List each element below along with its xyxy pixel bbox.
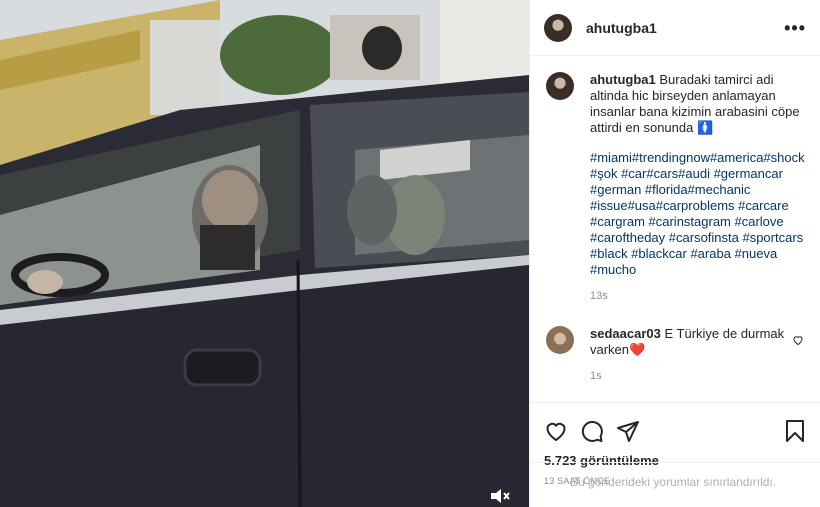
caption-username[interactable]: ahutugba1 <box>590 72 656 87</box>
caption-hashtags[interactable]: #miami#trendingnow#america#shock #şok #c… <box>590 150 805 278</box>
video-frame <box>0 0 529 507</box>
comment-item: sedaacar03 E Türkiye de durmak varken❤️ … <box>546 326 804 384</box>
header-username[interactable]: ahutugba1 <box>586 20 784 36</box>
comments-list: ahutugba1 Buradaki tamirci adi altinda h… <box>530 56 820 402</box>
share-icon[interactable] <box>616 419 640 443</box>
bookmark-icon[interactable] <box>783 419 807 443</box>
post-header: ahutugba1 ••• <box>530 0 820 56</box>
like-icon[interactable] <box>544 419 568 443</box>
mute-icon[interactable] <box>489 487 511 505</box>
comment-username[interactable]: sedaacar03 <box>590 326 661 341</box>
comments-limited-notice: Bu gönderideki yorumlar sınırlandırıldı. <box>530 462 820 492</box>
caption: ahutugba1 Buradaki tamirci adi altinda h… <box>546 72 805 304</box>
caption-time: 13s <box>590 290 608 302</box>
post-actions: 5.723 görüntüleme 13 SAAT ÖNCE Bu gönder… <box>530 402 820 489</box>
caption-emoji: 🚺 <box>696 120 714 135</box>
post-video[interactable] <box>0 0 529 507</box>
comment-avatar[interactable] <box>546 326 574 354</box>
comment-emoji: ❤️ <box>629 342 646 357</box>
like-comment-icon[interactable] <box>792 334 804 346</box>
avatar[interactable] <box>544 13 572 42</box>
more-dots-icon[interactable]: ••• <box>784 19 806 37</box>
post-sidebar: ahutugba1 ••• ahutugba1 Buradaki tamirci… <box>529 0 820 507</box>
comment-icon[interactable] <box>580 419 604 443</box>
comment-time: 1s <box>590 370 602 382</box>
caption-avatar[interactable] <box>546 72 574 100</box>
